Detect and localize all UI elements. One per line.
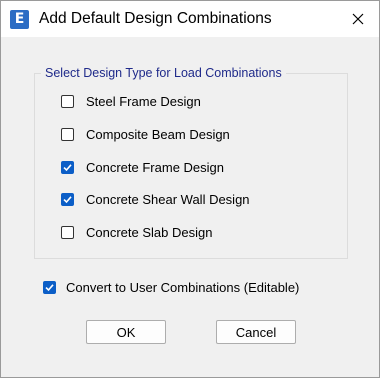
app-logo-icon: E [10,10,29,29]
option-steel-frame-design[interactable]: Steel Frame Design [61,92,201,110]
close-button[interactable] [337,1,379,37]
title-bar[interactable]: E Add Default Design Combinations [1,1,379,37]
option-concrete-frame-design[interactable]: Concrete Frame Design [61,158,224,176]
convert-to-user-combinations-option[interactable]: Convert to User Combinations (Editable) [43,278,299,296]
ok-button[interactable]: OK [86,320,166,344]
option-label: Steel Frame Design [86,93,201,109]
concrete-shear-wall-checkbox[interactable] [61,192,74,206]
option-label: Concrete Frame Design [86,159,224,175]
option-label: Concrete Shear Wall Design [86,191,250,207]
checkmark-icon [63,195,72,203]
checkmark-icon [63,163,72,171]
option-label: Composite Beam Design [86,126,230,142]
concrete-frame-checkbox[interactable] [61,160,74,174]
concrete-slab-checkbox[interactable] [61,225,74,239]
cancel-button[interactable]: Cancel [216,320,296,344]
convert-label: Convert to User Combinations (Editable) [66,279,300,295]
groupbox-label: Select Design Type for Load Combinations [41,66,286,80]
dialog-title: Add Default Design Combinations [39,10,272,27]
close-icon [352,13,364,25]
option-concrete-slab-design[interactable]: Concrete Slab Design [61,223,212,241]
option-concrete-shear-wall-design[interactable]: Concrete Shear Wall Design [61,190,250,208]
option-label: Concrete Slab Design [86,224,213,240]
checkmark-icon [45,283,54,291]
steel-frame-checkbox[interactable] [61,94,74,108]
option-composite-beam-design[interactable]: Composite Beam Design [61,125,230,143]
composite-beam-checkbox[interactable] [61,127,74,141]
convert-checkbox[interactable] [43,280,56,294]
dialog-window: E Add Default Design Combinations Select… [0,0,380,378]
